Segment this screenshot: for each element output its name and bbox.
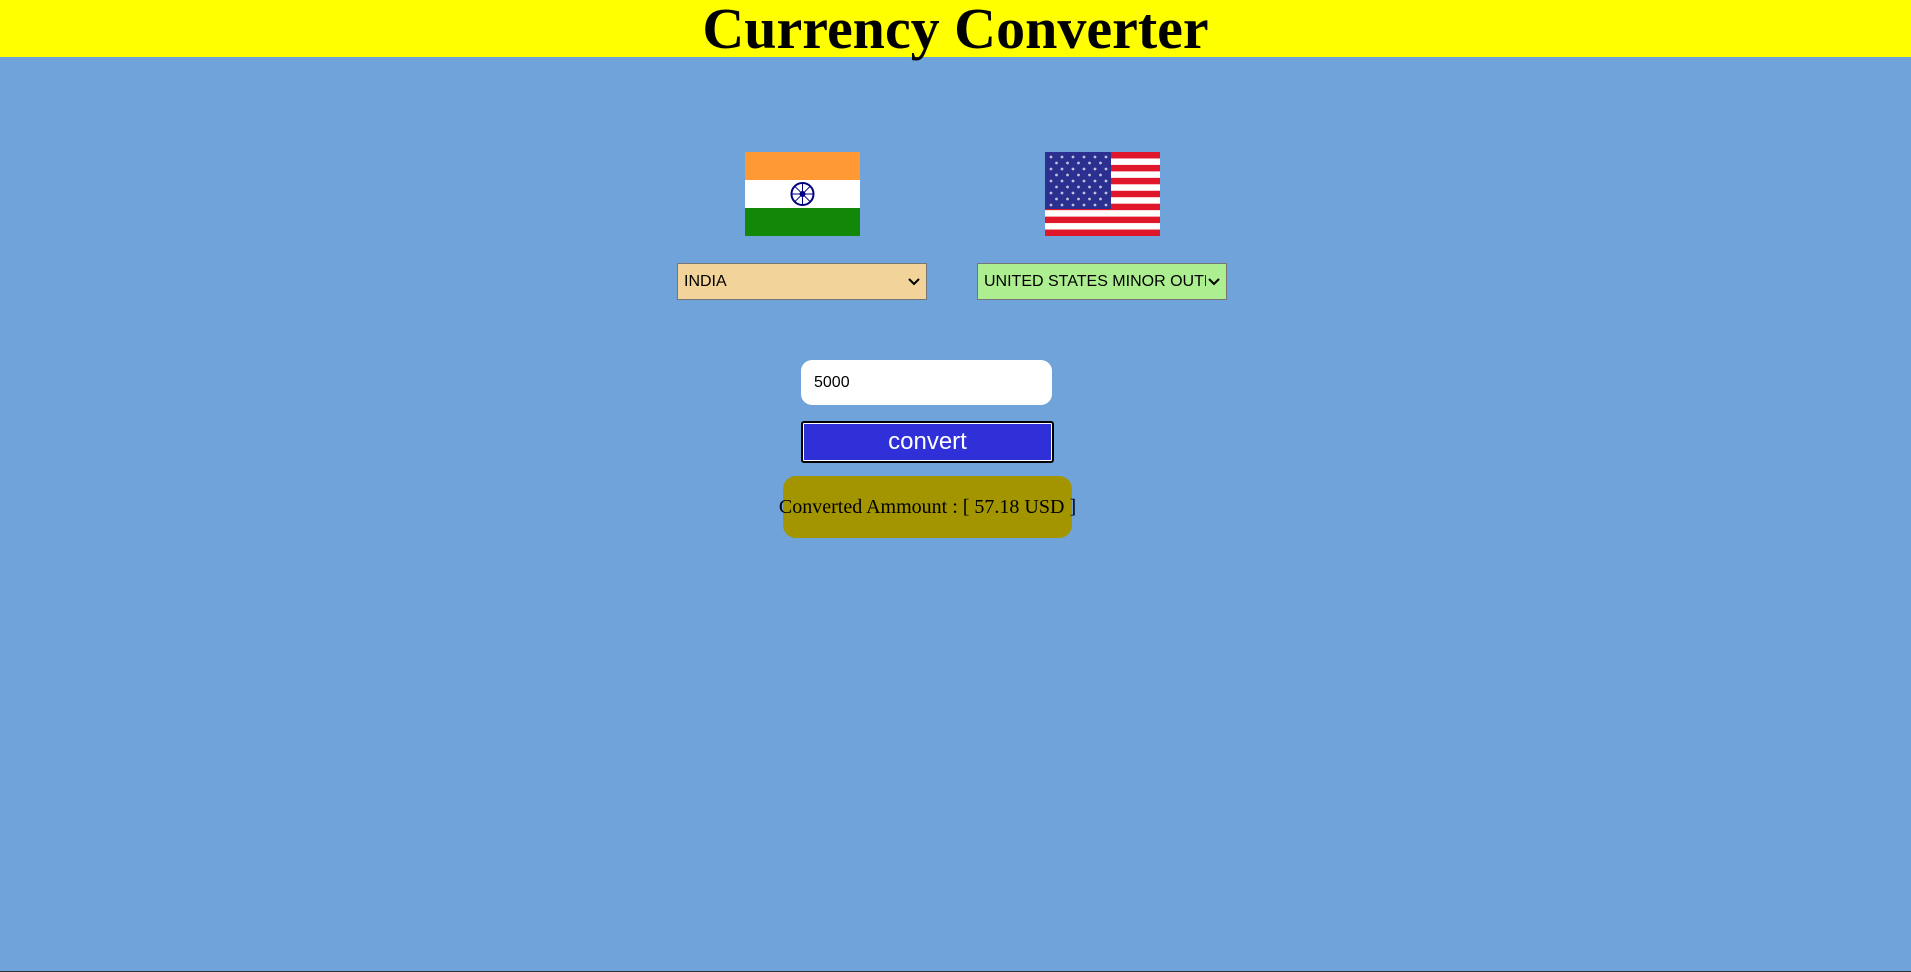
convert-button[interactable]: convert <box>801 421 1054 463</box>
usa-flag-icon <box>1045 152 1160 236</box>
india-flag-icon <box>745 152 860 236</box>
chevron-down-icon <box>906 274 922 290</box>
to-country-select[interactable]: UNITED STATES MINOR OUTLYING ISLANDS <box>977 263 1227 300</box>
header-bar: Currency Converter <box>0 0 1911 61</box>
amount-input[interactable]: 5000 <box>801 360 1052 405</box>
page-title: Currency Converter <box>702 0 1209 61</box>
chevron-down-icon <box>1206 274 1222 290</box>
converted-amount-display: Converted Ammount : [ 57.18 USD ] <box>779 476 1076 538</box>
amount-value: 5000 <box>814 373 850 391</box>
from-country-select[interactable]: INDIA <box>677 263 927 300</box>
from-country-value: INDIA <box>684 272 727 290</box>
to-country-value: UNITED STATES MINOR OUTLYING ISLANDS <box>984 272 1206 290</box>
